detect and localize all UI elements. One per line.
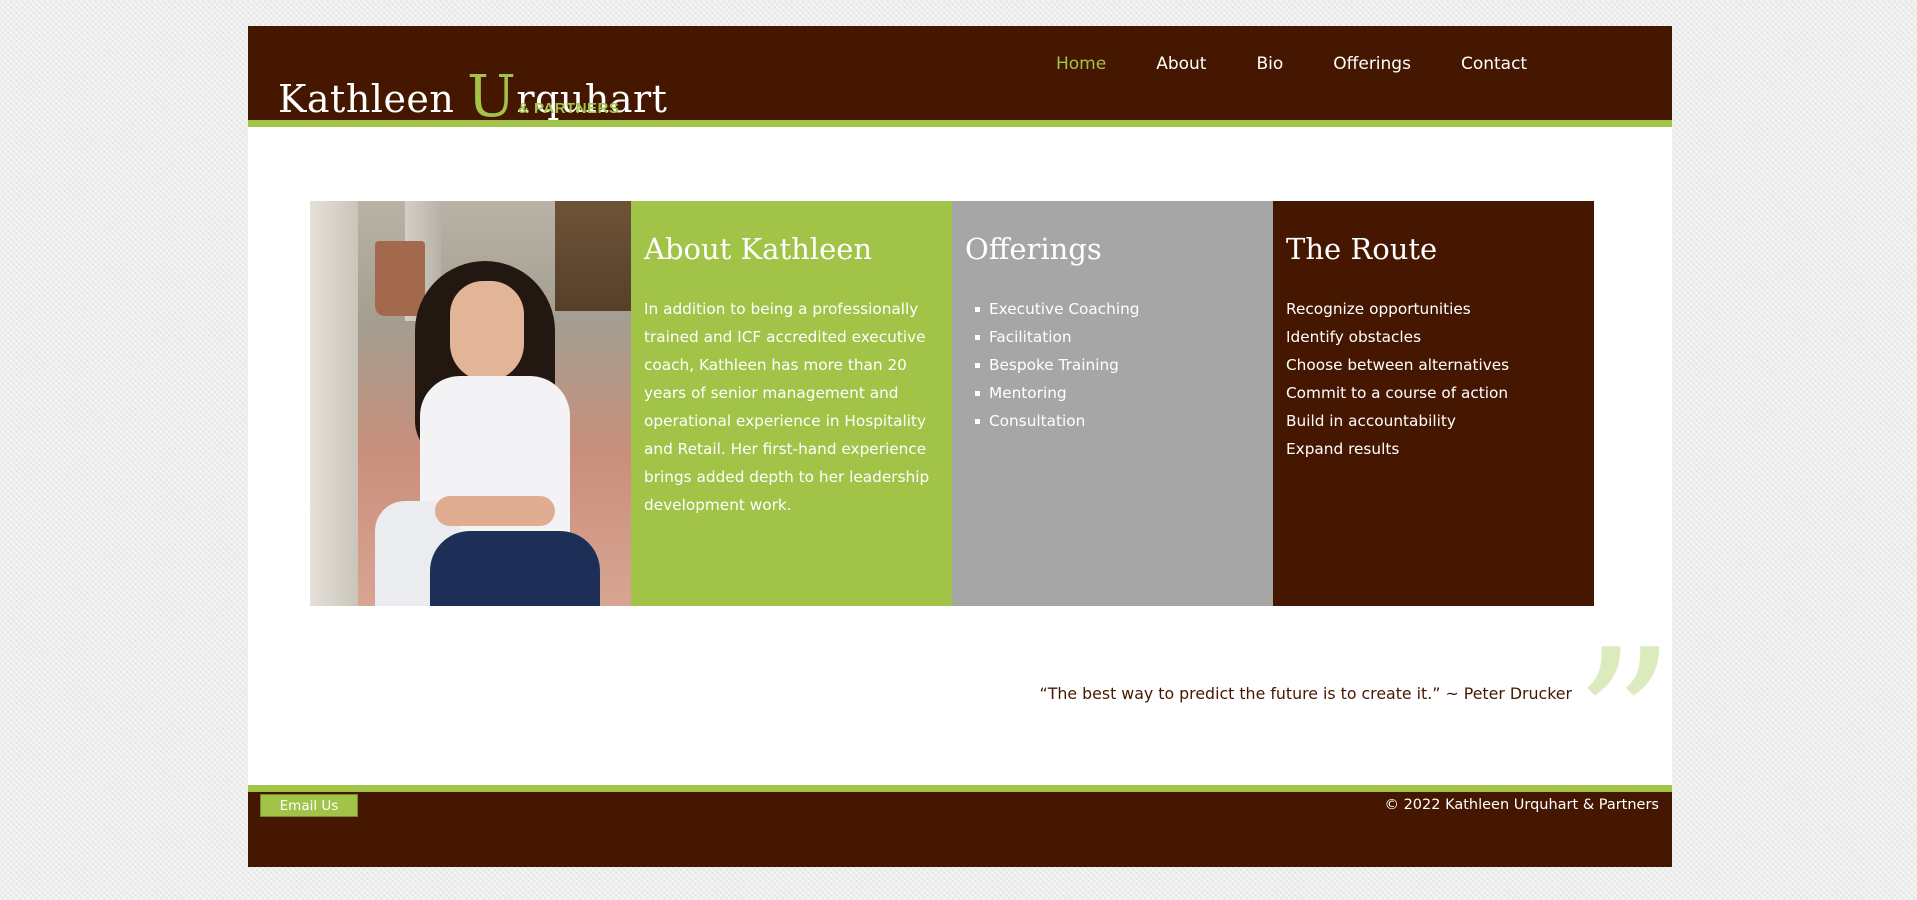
route-item: Choose between alternatives [1286, 356, 1510, 374]
nav-bio[interactable]: Bio [1256, 54, 1283, 74]
offering-item: Consultation [975, 407, 1260, 435]
footer: Email Us © 2022 Kathleen Urquhart & Part… [248, 792, 1672, 867]
route-item: Recognize opportunities [1286, 300, 1471, 318]
offerings-list: Executive Coaching Facilitation Bespoke … [965, 295, 1260, 435]
route-panel: The Route Recognize opportunities Identi… [1273, 201, 1594, 606]
route-item: Commit to a course of action [1286, 384, 1509, 402]
offering-item: Bespoke Training [975, 351, 1260, 379]
nav-about[interactable]: About [1156, 54, 1206, 74]
footer-accent-stripe [248, 785, 1672, 792]
route-item: Build in accountability [1286, 412, 1456, 430]
site-container: Kathleen Urquhart & PARTNERS Home About … [248, 26, 1675, 867]
nav-offerings[interactable]: Offerings [1333, 54, 1411, 74]
about-title[interactable]: About Kathleen [644, 231, 939, 267]
offerings-title[interactable]: Offerings [965, 231, 1260, 267]
header: Kathleen Urquhart & PARTNERS Home About … [248, 26, 1672, 130]
nav-contact[interactable]: Contact [1461, 54, 1527, 74]
about-panel: About Kathleen In addition to being a pr… [631, 201, 952, 606]
main-nav: Home About Bio Offerings Contact [1056, 54, 1577, 74]
route-item: Expand results [1286, 440, 1400, 458]
header-accent-stripe [248, 120, 1672, 127]
route-title: The Route [1286, 232, 1438, 266]
nav-home[interactable]: Home [1056, 54, 1106, 74]
email-us-button[interactable]: Email Us [260, 794, 358, 817]
about-body: In addition to being a professionally tr… [644, 300, 930, 514]
logo-tagline: & PARTNERS [518, 100, 620, 117]
route-item: Identify obstacles [1286, 328, 1422, 346]
quote-text: “The best way to predict the future is t… [1039, 684, 1572, 703]
logo-first: Kathleen [278, 77, 455, 121]
offering-item: Executive Coaching [975, 295, 1260, 323]
offerings-panel: Offerings Executive Coaching Facilitatio… [952, 201, 1273, 606]
offering-item: Facilitation [975, 323, 1260, 351]
logo[interactable]: Kathleen Urquhart & PARTNERS [278, 44, 667, 130]
feature-panels: About Kathleen In addition to being a pr… [310, 201, 1594, 606]
portrait-photo [310, 201, 631, 606]
offering-item: Mentoring [975, 379, 1260, 407]
copyright-text: © 2022 Kathleen Urquhart & Partners [1384, 797, 1659, 813]
